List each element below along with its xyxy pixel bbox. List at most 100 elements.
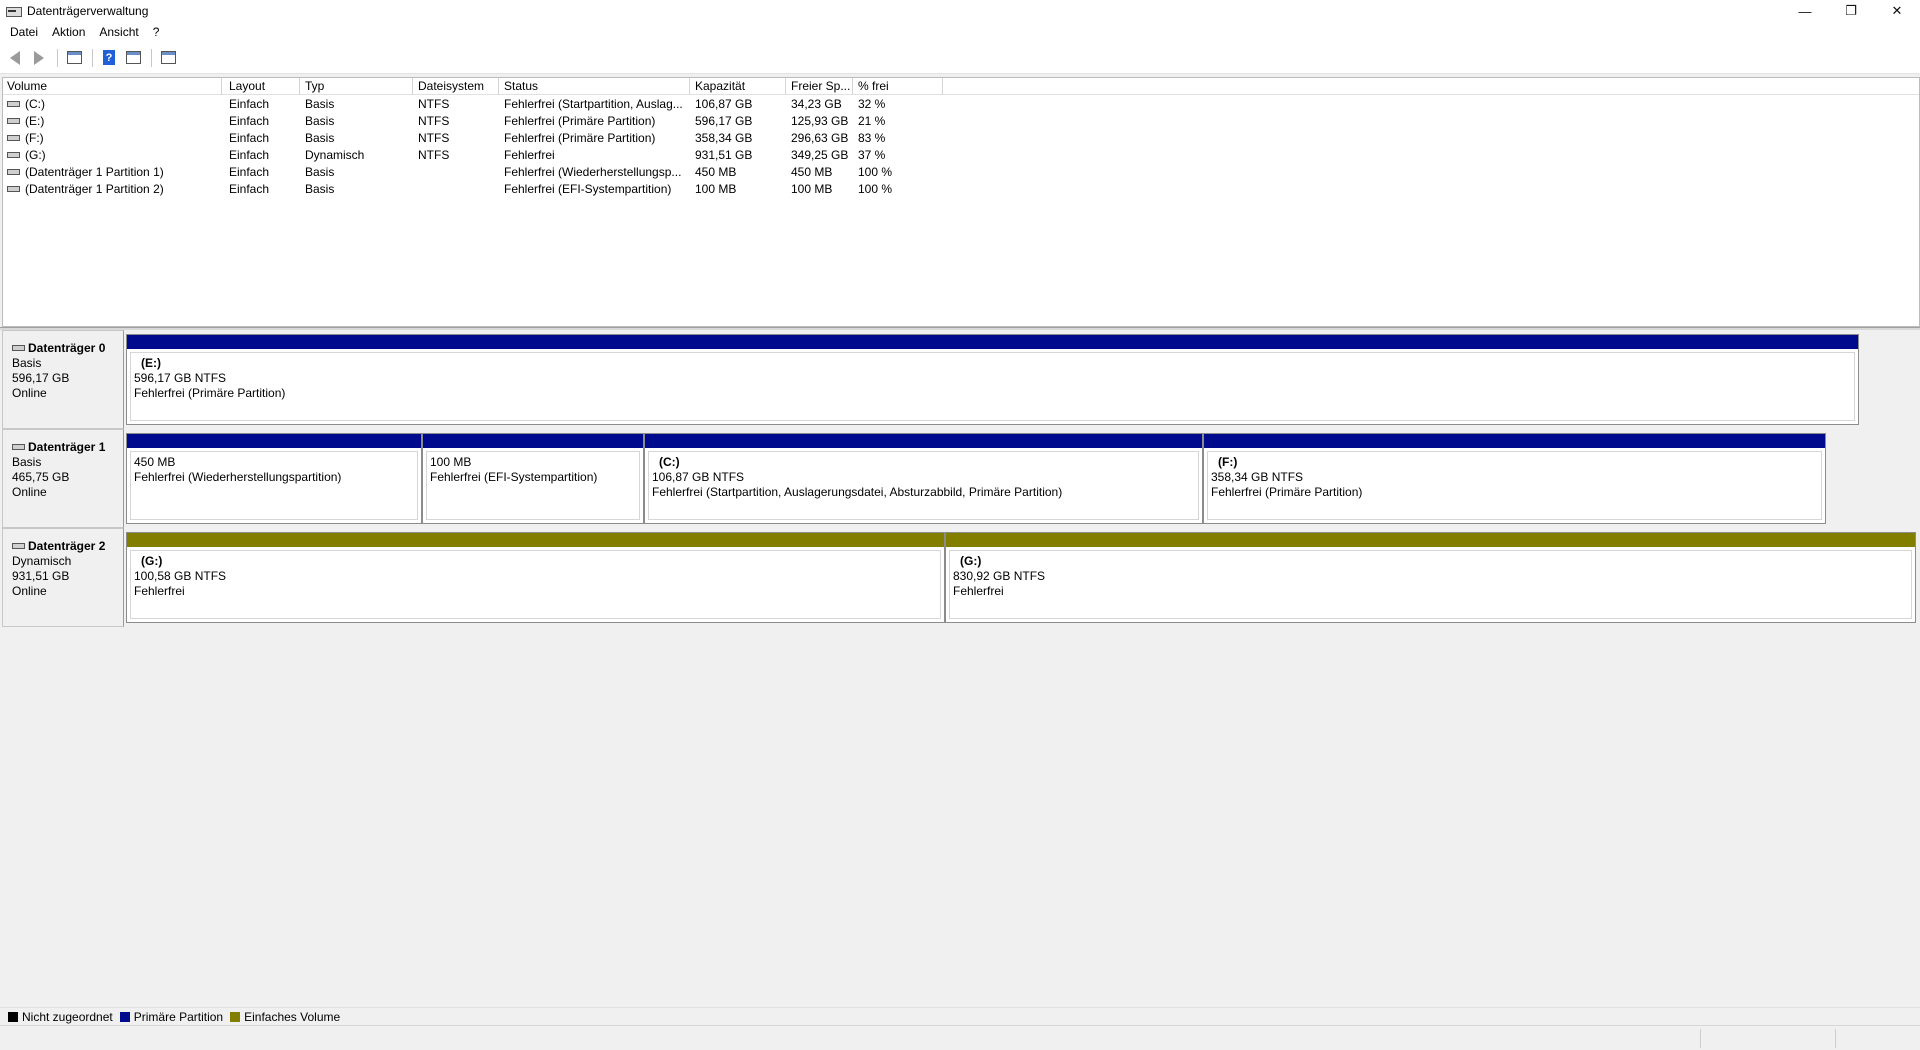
column-dateisystem[interactable]: Dateisystem [413, 78, 499, 95]
partition-f[interactable]: (F:) 358,34 GB NTFS Fehlerfrei (Primäre … [1203, 433, 1826, 524]
partition-bar-primary [127, 335, 1858, 349]
capacity-cell: 931,51 GB [695, 148, 753, 162]
percent-free-cell: 83 % [858, 131, 886, 145]
partition-c[interactable]: (C:) 106,87 GB NTFS Fehlerfrei (Startpar… [644, 433, 1203, 524]
drive-icon [7, 100, 20, 107]
disk-type: Basis [12, 455, 42, 469]
partition-size: 830,92 GB NTFS [953, 569, 1046, 583]
table-row[interactable]: (Datenträger 1 Partition 1) Einfach Basi… [3, 164, 1919, 181]
status-cell: Fehlerfrei (Startpartition, Auslag... [504, 97, 683, 111]
legend-swatch [230, 1011, 241, 1022]
partition-size: 106,87 GB NTFS [652, 470, 745, 484]
disk-name: Datenträger 1 [28, 440, 106, 454]
filesystem-cell [413, 164, 499, 181]
disk-list-button[interactable] [63, 48, 85, 68]
partition-title: (F:) [1218, 455, 1238, 469]
partition-g-1[interactable]: (G:) 100,58 GB NTFS Fehlerfrei [126, 532, 945, 623]
column-typ[interactable]: Typ [300, 78, 413, 95]
menu-help[interactable]: ? [146, 25, 167, 39]
percent-free-cell: 100 % [858, 182, 893, 196]
table-row[interactable]: (E:) Einfach Basis NTFS Fehlerfrei (Prim… [3, 113, 1919, 130]
partition-bar-simple [946, 533, 1915, 547]
legend-simple-volume: Einfaches Volume [230, 1010, 340, 1024]
partition-e[interactable]: (E:) 596,17 GB NTFS Fehlerfrei (Primäre … [126, 334, 1859, 425]
table-row[interactable]: (F:) Einfach Basis NTFS Fehlerfrei (Prim… [3, 130, 1919, 147]
type-cell: Basis [305, 131, 335, 145]
minimize-button[interactable]: — [1782, 0, 1828, 22]
partition-bar-simple [127, 533, 944, 547]
view-button[interactable] [157, 48, 179, 68]
partition-status: Fehlerfrei [953, 584, 1004, 598]
drive-icon [7, 185, 20, 192]
layout-cell: Einfach [229, 114, 270, 128]
disk-label-0[interactable]: Datenträger 0 Basis 596,17 GB Online [2, 330, 124, 429]
partition-status: Fehlerfrei (Primäre Partition) [134, 386, 286, 400]
partition-title: (G:) [960, 554, 982, 568]
type-cell: Basis [305, 165, 335, 179]
partition-efi[interactable]: 100 MB Fehlerfrei (EFI-Systempartition) [422, 433, 644, 524]
window-title: Datenträgerverwaltung [27, 4, 149, 18]
help-button[interactable]: ? [98, 48, 120, 68]
capacity-cell: 358,34 GB [695, 131, 753, 145]
disk-label-1[interactable]: Datenträger 1 Basis 465,75 GB Online [2, 429, 124, 528]
table-row[interactable]: (G:) Einfach Dynamisch NTFS Fehlerfrei 9… [3, 147, 1919, 164]
close-button[interactable]: ✕ [1874, 0, 1920, 22]
percent-free-cell: 32 % [858, 97, 886, 111]
properties-button[interactable] [122, 48, 144, 68]
free-space-cell: 100 MB [791, 182, 833, 196]
restore-button[interactable]: ❐ [1828, 0, 1874, 22]
table-row[interactable]: (C:) Einfach Basis NTFS Fehlerfrei (Star… [3, 96, 1919, 113]
partition-bar-primary [127, 434, 421, 448]
disk-type: Basis [12, 356, 42, 370]
column-layout[interactable]: Layout [224, 78, 300, 95]
column-volume[interactable]: Volume [3, 78, 222, 95]
legend-swatch [119, 1011, 130, 1022]
partition-g-2[interactable]: (G:) 830,92 GB NTFS Fehlerfrei [945, 532, 1916, 623]
properties-icon [125, 51, 141, 64]
toolbar-separator [92, 48, 93, 67]
percent-free-cell: 21 % [858, 114, 886, 128]
menu-aktion[interactable]: Aktion [45, 25, 92, 39]
free-space-cell: 34,23 GB [791, 97, 842, 111]
layout-cell: Einfach [229, 148, 270, 162]
menu-datei[interactable]: Datei [3, 25, 45, 39]
disk-label-2[interactable]: Datenträger 2 Dynamisch 931,51 GB Online [2, 528, 124, 627]
forward-button[interactable] [28, 48, 50, 68]
window-controls: — ❐ ✕ [1782, 0, 1920, 22]
column-prozent-frei[interactable]: % frei [853, 78, 943, 95]
status-cell: Fehlerfrei (EFI-Systempartition) [504, 182, 672, 196]
capacity-cell: 450 MB [695, 165, 737, 179]
partition-status: Fehlerfrei (EFI-Systempartition) [430, 470, 598, 484]
menu-ansicht[interactable]: Ansicht [92, 25, 145, 39]
layout-cell: Einfach [229, 131, 270, 145]
status-cell: Fehlerfrei [504, 148, 555, 162]
back-button[interactable] [4, 48, 26, 68]
free-space-cell: 296,63 GB [791, 131, 849, 145]
table-row[interactable]: (Datenträger 1 Partition 2) Einfach Basi… [3, 181, 1919, 198]
disk-size: 931,51 GB [12, 569, 70, 583]
column-kapazitaet[interactable]: Kapazität [690, 78, 786, 95]
partition-recovery[interactable]: 450 MB Fehlerfrei (Wiederherstellungspar… [126, 433, 422, 524]
partition-size: 100,58 GB NTFS [134, 569, 227, 583]
capacity-cell: 596,17 GB [695, 114, 753, 128]
volume-cell: (E:) [3, 113, 222, 130]
partition-size: 596,17 GB NTFS [134, 371, 227, 385]
legend-unallocated: Nicht zugeordnet [8, 1010, 113, 1024]
capacity-cell: 100 MB [695, 182, 737, 196]
help-icon: ? [103, 50, 115, 65]
volume-cell: (Datenträger 1 Partition 2) [3, 181, 222, 198]
volume-list[interactable]: Volume Layout Typ Dateisystem Status Kap… [2, 77, 1920, 327]
volume-list-header: Volume Layout Typ Dateisystem Status Kap… [3, 78, 1919, 95]
disk-state: Online [12, 485, 47, 499]
filesystem-cell: NTFS [418, 148, 450, 162]
volume-cell: (F:) [3, 130, 222, 147]
partition-bar-primary [1204, 434, 1825, 448]
percent-free-cell: 37 % [858, 148, 886, 162]
partition-title: (E:) [141, 356, 161, 370]
status-cell: Fehlerfrei (Primäre Partition) [504, 131, 656, 145]
column-status[interactable]: Status [499, 78, 690, 95]
type-cell: Basis [305, 97, 335, 111]
disk-row-0: Datenträger 0 Basis 596,17 GB Online (E:… [0, 330, 1920, 429]
legend-swatch [8, 1011, 18, 1022]
column-freier-speicher[interactable]: Freier Sp... [786, 78, 853, 95]
